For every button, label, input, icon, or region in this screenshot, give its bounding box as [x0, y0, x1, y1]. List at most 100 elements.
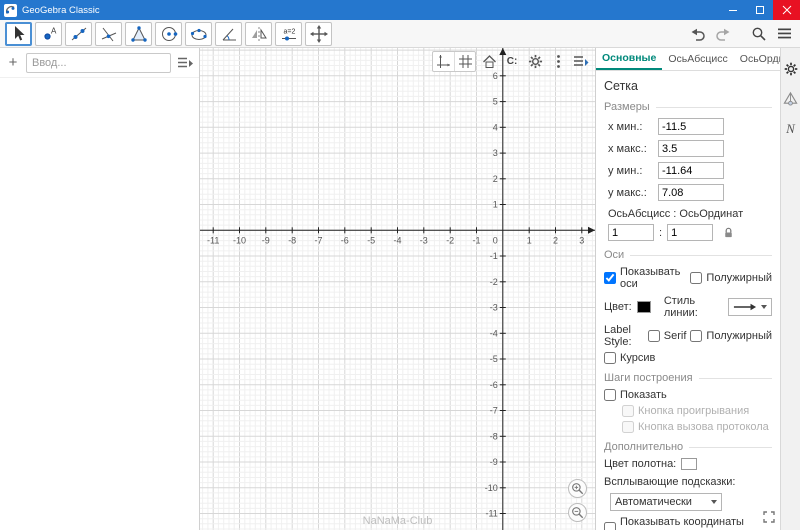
svg-text:-4: -4 [393, 235, 401, 245]
mouse-coords-checkbox[interactable] [604, 522, 616, 530]
point-capturing-button[interactable]: C: [502, 52, 522, 71]
svg-text:-11: -11 [485, 509, 497, 519]
more-options-button[interactable] [548, 52, 568, 71]
special-lines-tool-button[interactable] [95, 21, 122, 46]
show-construction-checkbox[interactable] [604, 389, 616, 401]
graphics-view[interactable]: -11 -10 -9 -8 -7 -6 -5 -4 -3 -2 -1 1 2 3 -11 -10 -9 -8 -7-… [200, 48, 595, 530]
polygon-tool-button[interactable] [125, 21, 152, 46]
canvas-color-row: Цвет полотна: [604, 458, 772, 470]
ratio-x-input[interactable] [608, 224, 654, 241]
show-axes-checkbox[interactable] [604, 272, 616, 284]
toggle-axes-button[interactable] [433, 52, 454, 71]
slider-tool-button[interactable]: a=2 [275, 21, 302, 46]
main-menu-button[interactable] [773, 23, 795, 45]
grid-icon [458, 55, 472, 68]
sidebar-settings-button[interactable] [784, 62, 798, 76]
xmin-input[interactable] [658, 118, 724, 135]
panel-title: Сетка [604, 79, 638, 93]
sidebar-geometry-button[interactable] [783, 91, 798, 106]
slider-tool-label: a=2 [283, 28, 295, 35]
line-style-label: Стиль линии: [663, 295, 698, 319]
circle-tool-button[interactable] [155, 21, 182, 46]
angle-tool-button[interactable] [215, 21, 242, 46]
svg-text:-7: -7 [314, 235, 322, 245]
undo-button[interactable] [687, 23, 709, 45]
maximize-button[interactable] [746, 0, 773, 20]
tab-y-axis[interactable]: ОсьОрдинат [734, 48, 780, 70]
show-construction-row: Показать [604, 389, 772, 401]
label-bold-checkbox[interactable] [690, 330, 703, 342]
tab-x-axis[interactable]: ОсьАбсцисс [662, 48, 733, 70]
reflect-icon [251, 26, 267, 41]
axis-ratio-row: : [608, 224, 772, 241]
svg-text:2: 2 [493, 174, 498, 184]
xmax-input[interactable] [658, 140, 724, 157]
svg-text:-1: -1 [490, 251, 498, 261]
reflect-tool-button[interactable] [245, 21, 272, 46]
ymax-input[interactable] [658, 184, 724, 201]
svg-text:-2: -2 [490, 277, 498, 287]
tooltips-dropdown[interactable]: Автоматически [610, 493, 722, 511]
label-bold-label: Полужирный [706, 330, 772, 342]
line-tool-button[interactable] [65, 21, 92, 46]
point-tool-button[interactable]: A [35, 21, 62, 46]
axes-checkbox-row: Показывать оси Полужирный [604, 266, 772, 290]
show-axes-label: Показывать оси [620, 266, 681, 290]
protocol-button-label: Кнопка вызова протокола [638, 421, 769, 433]
angle-icon [222, 28, 236, 40]
input-help-button[interactable] [177, 56, 193, 70]
ymin-input[interactable] [658, 162, 724, 179]
play-button-label: Кнопка проигрывания [638, 405, 750, 417]
zoom-in-button[interactable] [568, 479, 587, 498]
point-tool-label: A [51, 26, 57, 35]
svg-text:-11: -11 [207, 235, 219, 245]
show-axes-option: Показывать оси [604, 266, 686, 290]
settings-tabs: Основные ОсьАбсцисс ОсьОрдинат [596, 48, 780, 71]
toggle-grid-button[interactable] [454, 52, 475, 71]
view-menu-icon [574, 56, 589, 66]
axes-color-swatch[interactable] [636, 301, 651, 313]
algebra-input[interactable] [26, 52, 171, 73]
standard-view-button[interactable] [479, 52, 499, 71]
aspect-ratio-lock-button[interactable] [722, 226, 735, 239]
right-sidebar: N [780, 48, 800, 530]
tab-basic[interactable]: Основные [596, 48, 663, 70]
minimize-button[interactable] [719, 0, 746, 20]
axes-bold-option: Полужирный [690, 272, 772, 284]
line-style-dropdown[interactable] [728, 298, 772, 316]
zoom-in-icon [572, 483, 584, 495]
section-dimensions: Размеры [604, 101, 772, 113]
settings-panel: Основные ОсьАбсцисс ОсьОрдинат Сетка Раз… [595, 48, 780, 530]
graphics-settings-button[interactable] [525, 52, 545, 71]
view-menu-button[interactable] [571, 52, 591, 71]
italic-checkbox[interactable] [604, 352, 616, 364]
axes-icon [437, 55, 450, 68]
sidebar-script-button[interactable]: N [786, 121, 795, 137]
hamburger-menu-icon [777, 28, 791, 39]
serif-checkbox[interactable] [647, 330, 660, 342]
zoom-out-button[interactable] [568, 503, 587, 522]
show-construction-label: Показать [620, 389, 667, 401]
move-graphics-view-tool-button[interactable] [305, 21, 332, 46]
italic-row: Курсив [604, 352, 772, 364]
ratio-y-input[interactable] [667, 224, 714, 241]
redo-icon [716, 28, 730, 41]
add-expression-button[interactable]: + [6, 55, 20, 70]
close-button[interactable] [773, 0, 800, 20]
conic-tool-button[interactable] [185, 21, 212, 46]
redo-button[interactable] [712, 23, 734, 45]
search-button[interactable] [748, 23, 770, 45]
graphics-stylebar: C: [432, 51, 591, 72]
construction-header-label: Шаги построения [604, 372, 693, 384]
svg-text:6: 6 [493, 71, 498, 81]
svg-text:1: 1 [493, 200, 498, 210]
svg-text:-8: -8 [288, 235, 296, 245]
move-tool-button[interactable] [5, 21, 32, 46]
fullscreen-button[interactable] [763, 511, 775, 526]
axes-bold-checkbox[interactable] [690, 272, 703, 284]
xmin-row: x мин.: [608, 118, 772, 135]
coordinate-grid: -11 -10 -9 -8 -7 -6 -5 -4 -3 -2 -1 1 2 3-11-10-9-8-7-… [200, 48, 595, 530]
section-axes: Оси [604, 249, 772, 261]
canvas-color-swatch[interactable] [681, 458, 698, 470]
xmin-label: x мин.: [608, 120, 643, 133]
